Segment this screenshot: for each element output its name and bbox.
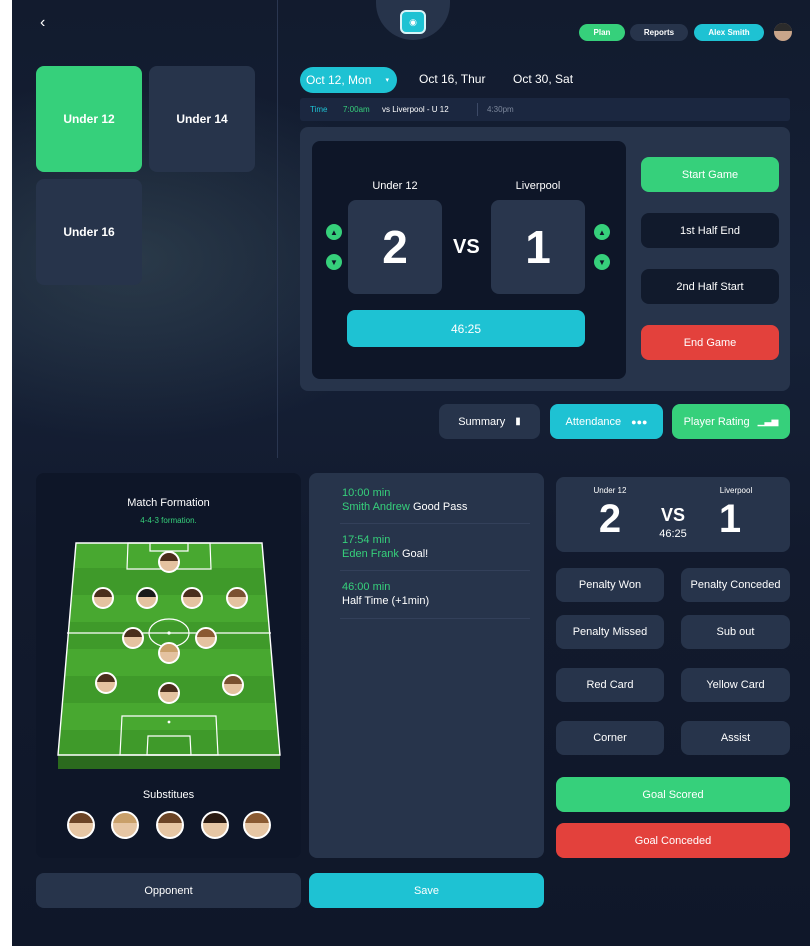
home-score-up-icon[interactable]: ▲ bbox=[326, 224, 342, 240]
feed-item: 17:54 min Eden Frank Goal! bbox=[342, 534, 530, 560]
feed-separator bbox=[340, 618, 530, 619]
second-half-start-button[interactable]: 2nd Half Start bbox=[641, 269, 779, 304]
feed-player: Eden Frank bbox=[342, 548, 399, 560]
substitute-avatar[interactable] bbox=[243, 811, 271, 839]
date-tab-oct-12[interactable]: Oct 12, Mon ▾ bbox=[300, 67, 397, 93]
date-tab-oct-16[interactable]: Oct 16, Thur bbox=[419, 72, 485, 86]
feed-event: Half Time (+1min) bbox=[342, 595, 430, 607]
formation-subtitle: 4-4-3 formation. bbox=[140, 516, 197, 525]
club-logo: ◉ bbox=[376, 0, 450, 40]
player-avatar[interactable] bbox=[136, 587, 158, 609]
summary-label: Summary bbox=[458, 415, 506, 428]
team-tile-under-16[interactable]: Under 16 bbox=[36, 179, 142, 285]
assist-button[interactable]: Assist bbox=[681, 721, 790, 755]
opponent-button[interactable]: Opponent bbox=[36, 873, 301, 908]
substitute-avatar[interactable] bbox=[111, 811, 139, 839]
summary-tab[interactable]: Summary ▮ bbox=[439, 404, 540, 439]
mini-home-score: 2 bbox=[598, 497, 622, 541]
team-tile-under-12[interactable]: Under 12 bbox=[36, 66, 142, 172]
sub-out-button[interactable]: Sub out bbox=[681, 615, 790, 649]
bar-chart-icon: ▁▃▅ bbox=[757, 416, 779, 426]
attendance-tab[interactable]: Attendance ●●● bbox=[550, 404, 663, 439]
away-score: 1 bbox=[491, 200, 585, 294]
clipboard-icon: ▮ bbox=[515, 416, 521, 427]
feed-time: 17:54 min bbox=[342, 534, 391, 546]
shield-icon: ◉ bbox=[400, 10, 426, 34]
event-feed-panel bbox=[309, 473, 544, 858]
app-window: ‹ ◉ Plan Reports Alex Smith Under 12 Und… bbox=[12, 0, 810, 946]
fixture-separator bbox=[477, 103, 478, 116]
feed-event: Goal! bbox=[401, 548, 429, 560]
player-rating-label: Player Rating bbox=[683, 415, 750, 428]
nav-user[interactable]: Alex Smith bbox=[694, 24, 764, 41]
match-clock: 46:25 bbox=[347, 310, 585, 347]
home-score-down-icon[interactable]: ▼ bbox=[326, 254, 342, 270]
save-button[interactable]: Save bbox=[309, 873, 544, 908]
player-avatar[interactable] bbox=[181, 587, 203, 609]
home-score: 2 bbox=[348, 200, 442, 294]
avatar[interactable] bbox=[774, 23, 792, 41]
feed-player: Smith Andrew bbox=[342, 501, 410, 513]
penalty-won-button[interactable]: Penalty Won bbox=[556, 568, 664, 602]
penalty-conceded-button[interactable]: Penalty Conceded bbox=[681, 568, 790, 602]
goal-scored-button[interactable]: Goal Scored bbox=[556, 777, 790, 812]
red-card-button[interactable]: Red Card bbox=[556, 668, 664, 702]
away-team-name: Liverpool bbox=[515, 180, 561, 192]
mini-home-team: Under 12 bbox=[593, 486, 627, 495]
feed-separator bbox=[340, 570, 530, 571]
player-avatar-goalkeeper[interactable] bbox=[158, 551, 180, 573]
start-game-button[interactable]: Start Game bbox=[641, 157, 779, 192]
away-score-down-icon[interactable]: ▼ bbox=[594, 254, 610, 270]
player-avatar[interactable] bbox=[226, 587, 248, 609]
player-avatar[interactable] bbox=[222, 674, 244, 696]
player-avatar[interactable] bbox=[158, 682, 180, 704]
player-avatar[interactable] bbox=[195, 627, 217, 649]
goal-conceded-button[interactable]: Goal Conceded bbox=[556, 823, 790, 858]
player-avatar[interactable] bbox=[92, 587, 114, 609]
left-panel-divider bbox=[277, 0, 278, 458]
date-label: Oct 12, Mon bbox=[306, 73, 372, 87]
mini-vs: VS bbox=[660, 505, 685, 525]
fixture-end-time: 4:30pm bbox=[487, 105, 514, 114]
mini-away-team: Liverpool bbox=[719, 486, 753, 495]
penalty-missed-button[interactable]: Penalty Missed bbox=[556, 615, 664, 649]
formation-title: Match Formation bbox=[127, 497, 210, 509]
fixture-match: vs Liverpool - U 12 bbox=[382, 105, 449, 114]
player-rating-tab[interactable]: Player Rating ▁▃▅ bbox=[672, 404, 790, 439]
mini-clock: 46:25 bbox=[659, 528, 687, 540]
date-tab-oct-30[interactable]: Oct 30, Sat bbox=[513, 72, 573, 86]
attendance-label: Attendance bbox=[565, 415, 622, 428]
home-team-name: Under 12 bbox=[372, 180, 418, 192]
fixture-bar bbox=[300, 98, 790, 121]
away-score-up-icon[interactable]: ▲ bbox=[594, 224, 610, 240]
corner-button[interactable]: Corner bbox=[556, 721, 664, 755]
yellow-card-button[interactable]: Yellow Card bbox=[681, 668, 790, 702]
fixture-time: 7:00am bbox=[343, 105, 370, 114]
feed-event: Good Pass bbox=[412, 501, 468, 513]
feed-item: 46:00 min Half Time (+1min) bbox=[342, 581, 530, 607]
mini-away-score: 1 bbox=[718, 497, 742, 541]
nav-plan[interactable]: Plan bbox=[579, 24, 625, 41]
substitute-avatar[interactable] bbox=[201, 811, 229, 839]
substitutes-label: Substitues bbox=[142, 789, 195, 801]
fixture-time-label: Time bbox=[310, 105, 328, 114]
substitute-avatar[interactable] bbox=[67, 811, 95, 839]
substitute-avatar[interactable] bbox=[156, 811, 184, 839]
team-tile-under-14[interactable]: Under 14 bbox=[149, 66, 255, 172]
group-icon: ●●● bbox=[631, 416, 648, 427]
vs-label: VS bbox=[453, 236, 480, 258]
end-game-button[interactable]: End Game bbox=[641, 325, 779, 360]
feed-separator bbox=[340, 523, 530, 524]
feed-time: 46:00 min bbox=[342, 581, 391, 593]
nav-reports[interactable]: Reports bbox=[630, 24, 688, 41]
back-icon[interactable]: ‹ bbox=[40, 14, 45, 32]
player-avatar[interactable] bbox=[95, 672, 117, 694]
player-avatar[interactable] bbox=[122, 627, 144, 649]
first-half-end-button[interactable]: 1st Half End bbox=[641, 213, 779, 248]
feed-time: 10:00 min bbox=[342, 487, 391, 499]
player-avatar[interactable] bbox=[158, 642, 180, 664]
feed-item: 10:00 min Smith Andrew Good Pass bbox=[342, 487, 530, 513]
chevron-down-icon: ▾ bbox=[385, 77, 389, 84]
